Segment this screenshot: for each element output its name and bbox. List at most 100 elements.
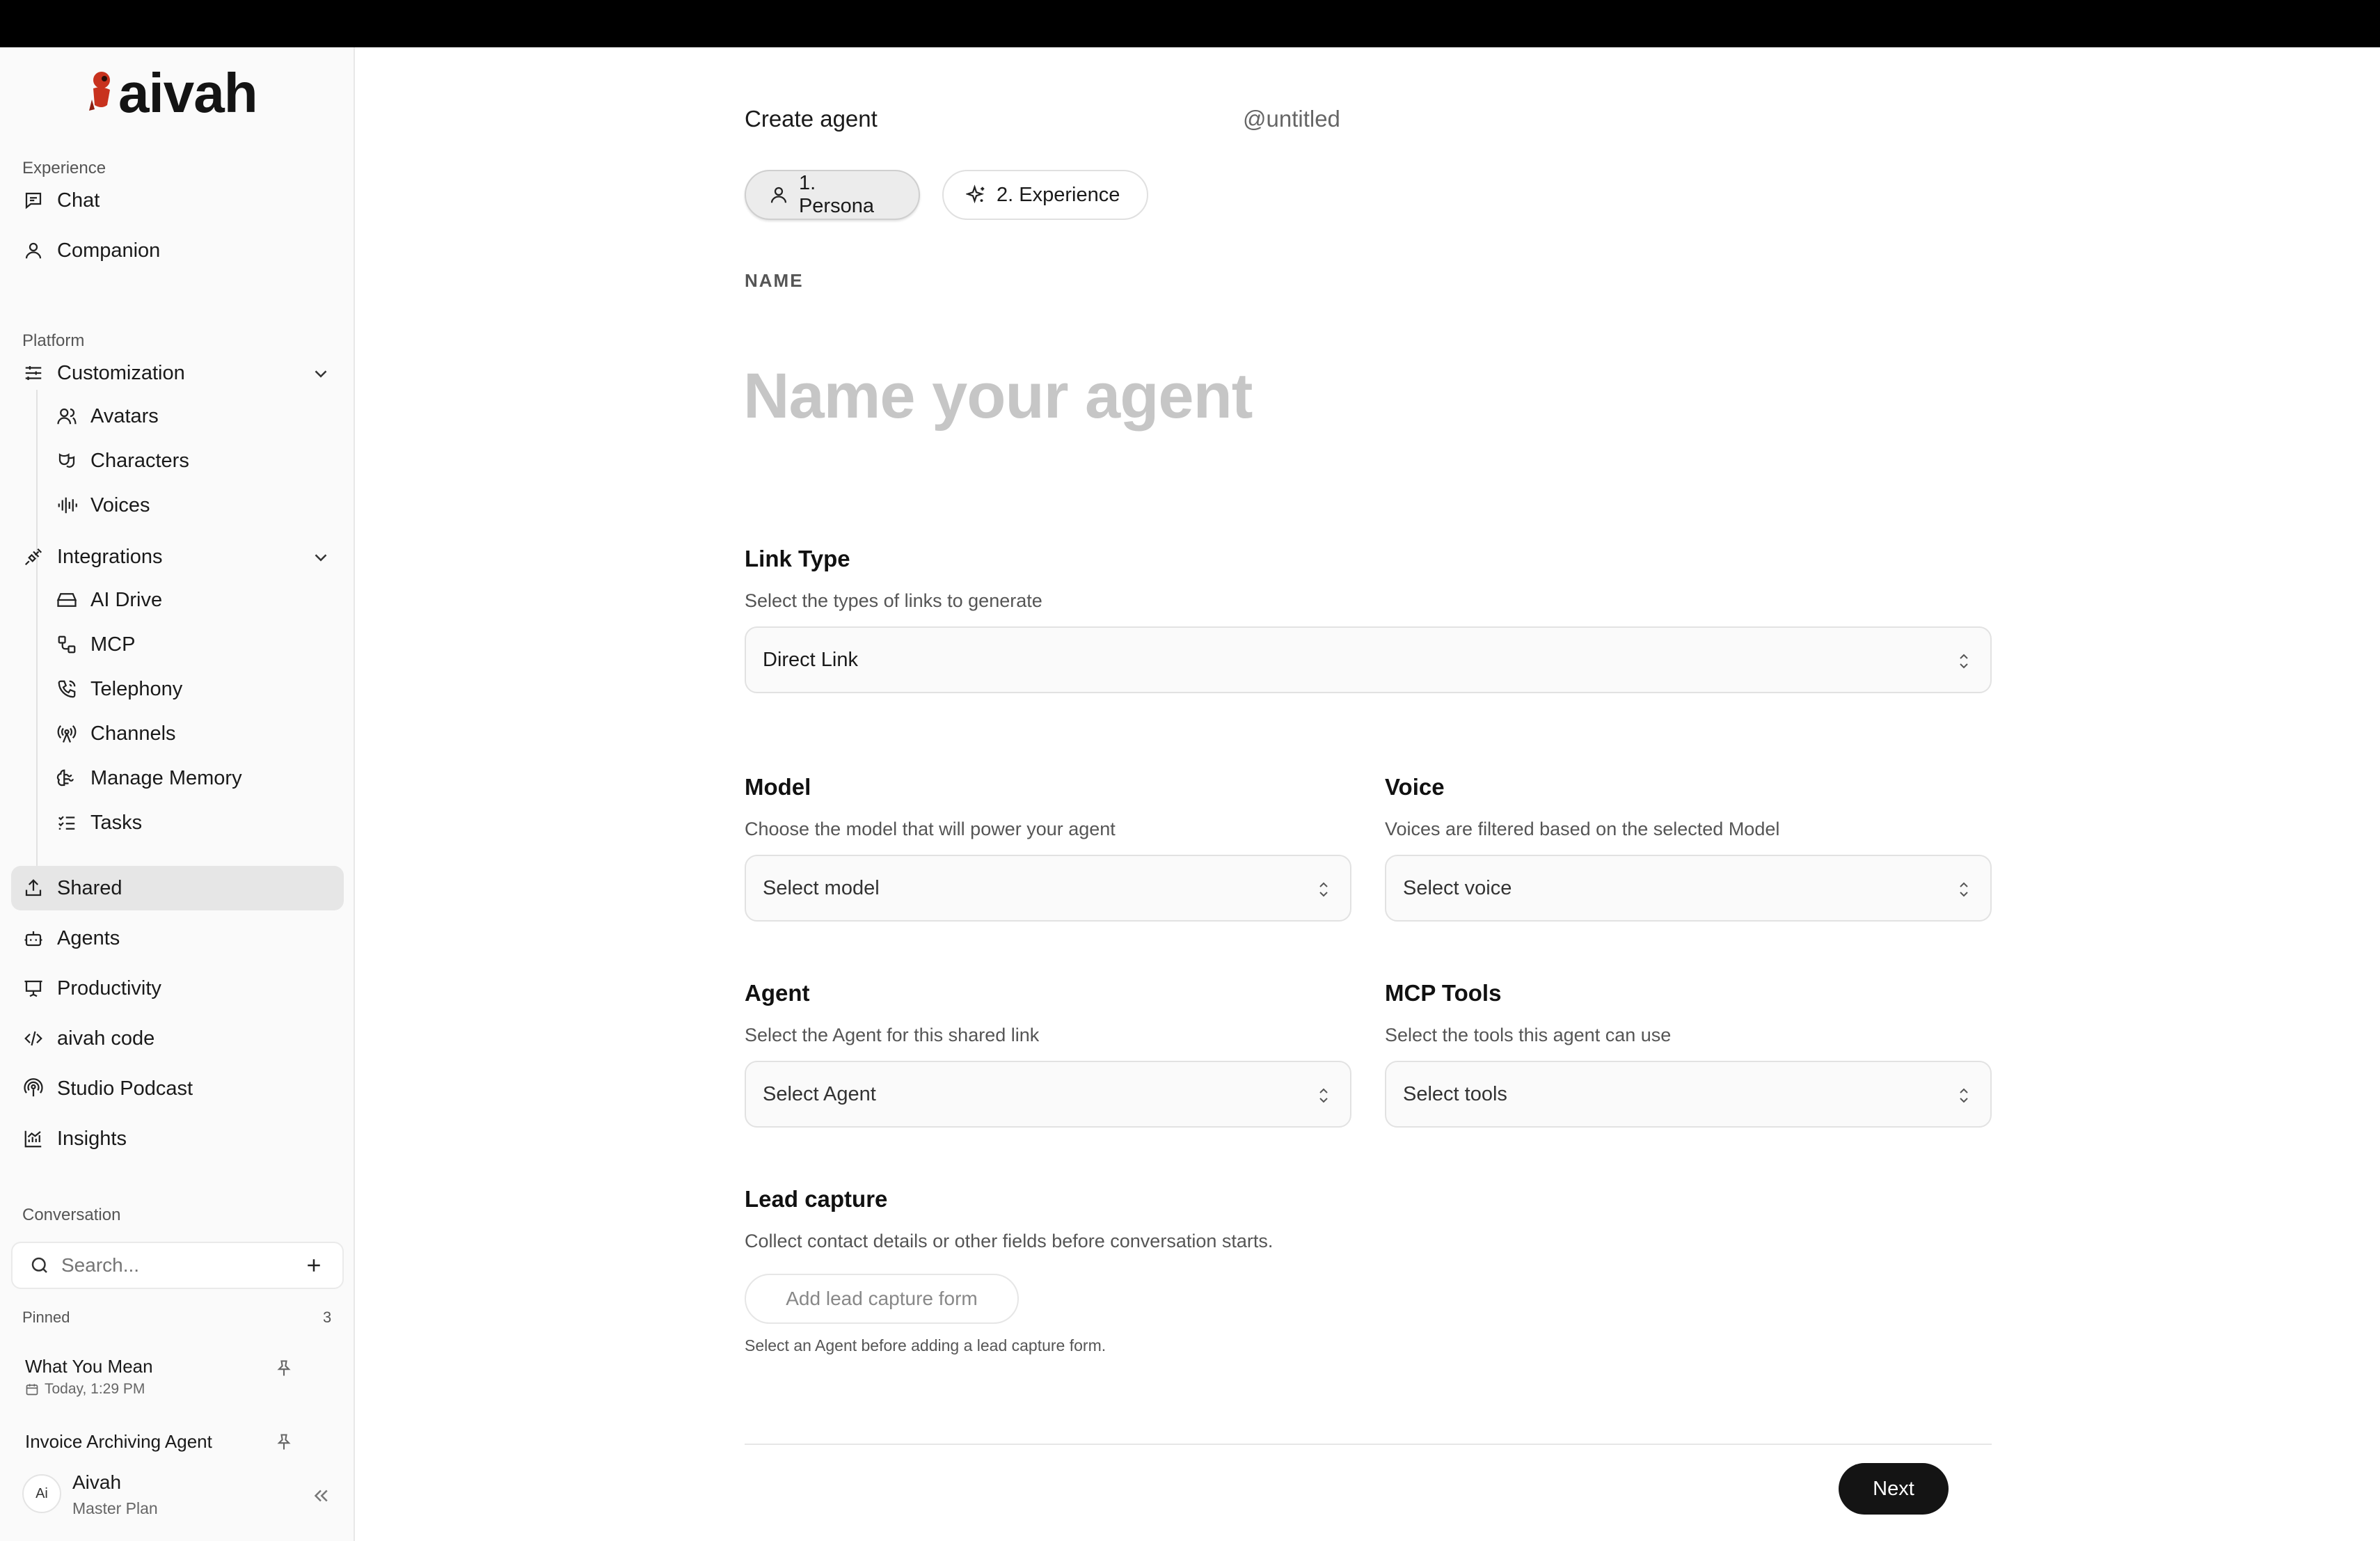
sidebar-item-label: Avatars: [90, 404, 159, 427]
sidebar-item-label: Integrations: [57, 545, 163, 568]
mcp-tools-select[interactable]: Select tools: [1385, 1061, 1992, 1128]
tab-experience[interactable]: 2. Experience: [942, 170, 1148, 220]
conversation-search[interactable]: [11, 1242, 344, 1289]
collapse-sidebar-icon[interactable]: [310, 1485, 331, 1506]
sidebar-item-manage-memory[interactable]: Manage Memory: [56, 763, 242, 793]
sidebar-item-label: Companion: [57, 239, 161, 262]
agent-title: Agent: [745, 980, 810, 1006]
sidebar-item-label: Manage Memory: [90, 766, 242, 789]
mcp-tools-title: MCP Tools: [1385, 980, 1502, 1006]
sidebar-item-aivah-code[interactable]: aivah code: [22, 1023, 154, 1054]
lead-capture-description: Collect contact details or other fields …: [745, 1231, 1274, 1251]
sidebar-item-label: Productivity: [57, 977, 161, 999]
chevrons-up-down-icon: [1960, 882, 1968, 897]
chat-icon: [22, 189, 45, 212]
model-title: Model: [745, 774, 811, 800]
list-checks-icon: [56, 812, 78, 834]
brain-icon: [56, 767, 78, 789]
avatar[interactable]: Ai: [22, 1474, 61, 1513]
lead-capture-hint: Select an Agent before adding a lead cap…: [745, 1336, 1106, 1354]
link-type-select[interactable]: Direct Link: [745, 626, 1992, 693]
window-top-bar: [0, 0, 2380, 47]
sidebar-item-insights[interactable]: Insights: [22, 1123, 127, 1154]
sidebar-item-tasks[interactable]: Tasks: [56, 807, 142, 838]
agent-name-input[interactable]: [742, 359, 1997, 434]
plus-icon[interactable]: [303, 1255, 324, 1276]
app-logo[interactable]: aivah: [86, 65, 258, 121]
sidebar-item-integrations[interactable]: Integrations: [22, 542, 163, 572]
voice-select[interactable]: Select voice: [1385, 855, 1992, 922]
calendar-icon: [26, 1384, 38, 1396]
radio-tower-icon: [56, 722, 78, 745]
sidebar-item-mcp[interactable]: MCP: [56, 629, 135, 660]
sidebar-item-label: Voices: [90, 493, 150, 516]
search-icon: [31, 1257, 47, 1273]
pin-icon[interactable]: [274, 1432, 294, 1452]
sidebar-item-label: Agents: [57, 926, 120, 949]
pinned-label: Pinned: [22, 1309, 70, 1326]
conversation-title: What You Mean: [25, 1356, 153, 1377]
sidebar-item-avatars[interactable]: Avatars: [56, 401, 159, 432]
sidebar-item-studio-podcast[interactable]: Studio Podcast: [22, 1073, 193, 1104]
sidebar-item-label: Studio Podcast: [57, 1077, 193, 1100]
sidebar-item-characters[interactable]: Characters: [56, 445, 189, 476]
sidebar-item-ai-drive[interactable]: AI Drive: [56, 585, 162, 615]
presentation-icon: [22, 977, 45, 999]
footer-divider: [745, 1444, 1992, 1445]
tab-persona[interactable]: 1. Persona: [745, 170, 920, 220]
chevron-down-icon[interactable]: [310, 363, 331, 384]
search-input[interactable]: [60, 1254, 292, 1277]
agent-handle: @untitled: [1243, 106, 1340, 132]
mascot-icon: [86, 69, 117, 118]
workflow-icon: [56, 633, 78, 656]
podcast-icon: [22, 1077, 45, 1100]
sidebar-item-label: Insights: [57, 1127, 127, 1150]
sidebar-item-chat[interactable]: Chat: [22, 185, 100, 216]
model-select[interactable]: Select model: [745, 855, 1351, 922]
audio-lines-icon: [56, 494, 78, 516]
sidebar-item-telephony[interactable]: Telephony: [56, 674, 182, 704]
sidebar-item-voices[interactable]: Voices: [56, 490, 150, 521]
sidebar-item-shared[interactable]: Shared: [22, 873, 122, 903]
users-icon: [56, 405, 78, 427]
next-button[interactable]: Next: [1839, 1463, 1949, 1515]
bot-icon: [22, 927, 45, 949]
sidebar-item-label: aivah code: [57, 1027, 155, 1050]
sidebar-item-label: Channels: [90, 722, 176, 745]
sliders-icon: [22, 362, 45, 384]
sidebar-item-label: Customization: [57, 361, 185, 384]
sidebar-item-label: Shared: [57, 876, 122, 899]
mcp-tools-description: Select the tools this agent can use: [1385, 1025, 1672, 1045]
sidebar: aivah Experience Chat Companion Platform…: [0, 47, 355, 1541]
chevrons-up-down-icon: [1319, 1088, 1328, 1103]
sidebar-item-label: Characters: [90, 449, 189, 472]
sidebar-item-productivity[interactable]: Productivity: [22, 973, 161, 1004]
sparkles-icon: [966, 184, 985, 204]
sidebar-item-channels[interactable]: Channels: [56, 718, 176, 749]
chevron-down-icon[interactable]: [310, 547, 331, 568]
add-lead-capture-button[interactable]: Add lead capture form: [745, 1274, 1019, 1324]
agent-select[interactable]: Select Agent: [745, 1061, 1351, 1128]
conversation-date: Today, 1:29 PM: [25, 1381, 145, 1398]
sidebar-item-agents[interactable]: Agents: [22, 923, 120, 954]
lead-capture-title: Lead capture: [745, 1186, 888, 1212]
model-description: Choose the model that will power your ag…: [745, 819, 1116, 839]
chevrons-up-down-icon: [1960, 654, 1968, 669]
sidebar-item-label: Telephony: [90, 677, 183, 700]
link-type-description: Select the types of links to generate: [745, 590, 1042, 611]
sidebar-item-label: Chat: [57, 189, 100, 212]
pin-icon[interactable]: [274, 1359, 294, 1378]
main-content: Create agent @untitled 1. Persona 2. Exp…: [355, 47, 2380, 1541]
hard-drive-icon: [56, 589, 78, 611]
sidebar-item-label: Tasks: [90, 811, 143, 834]
section-label-experience: Experience: [22, 159, 106, 177]
section-label-platform: Platform: [22, 331, 85, 350]
sidebar-item-customization[interactable]: Customization: [22, 358, 185, 388]
name-label: NAME: [745, 270, 804, 291]
voice-description: Voices are filtered based on the selecte…: [1385, 819, 1780, 839]
user-plan: Master Plan: [72, 1499, 158, 1517]
sidebar-item-companion[interactable]: Companion: [22, 235, 160, 266]
chevrons-up-down-icon: [1960, 1088, 1968, 1103]
pinned-count: 3: [323, 1309, 332, 1326]
link-type-title: Link Type: [745, 546, 850, 571]
